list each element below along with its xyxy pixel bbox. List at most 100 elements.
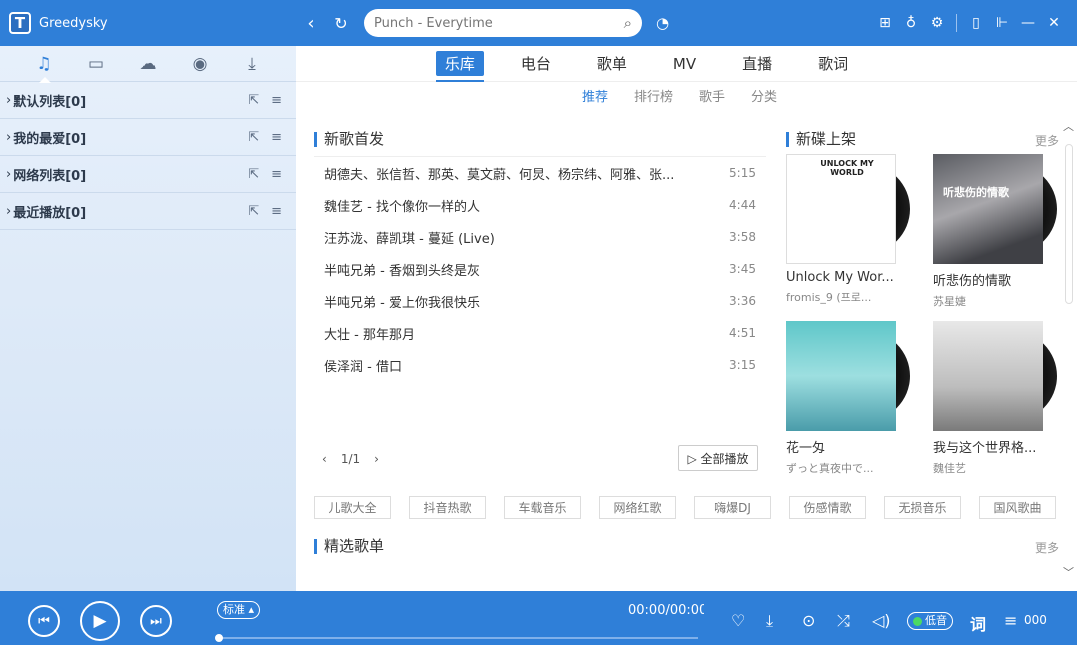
tab-playlists[interactable]: 歌单 — [588, 51, 636, 76]
progress-handle[interactable] — [215, 634, 223, 642]
subtab-categories[interactable]: 分类 — [751, 86, 777, 105]
genre-tag[interactable]: 国风歌曲 — [979, 496, 1056, 519]
mini-mode-icon[interactable]: ▯ — [963, 15, 989, 31]
share-icon[interactable]: ⇱ — [248, 93, 259, 108]
album-title: 我与这个世界格... — [933, 441, 1037, 456]
sidebar-item-recent[interactable]: › 最近播放[0] ⇱ ≡ — [0, 193, 296, 230]
search-box[interactable]: ⌕ — [364, 9, 642, 37]
genre-tag[interactable]: 无损音乐 — [884, 496, 961, 519]
album-cover[interactable] — [786, 321, 896, 431]
list-item[interactable]: 魏佳艺 - 找个像你一样的人 4:44 — [314, 189, 766, 221]
side-mode-icon[interactable]: ⊩ — [989, 15, 1015, 31]
list-item[interactable]: 汪苏泷、薛凯琪 - 蔓延 (Live) 3:58 — [314, 221, 766, 253]
playlist-icon[interactable]: ≡ — [1004, 611, 1017, 630]
volume-icon[interactable]: ◁) — [872, 611, 891, 630]
song-name: 魏佳艺 - 找个像你一样的人 — [324, 199, 480, 215]
close-icon[interactable]: ✕ — [1041, 15, 1067, 31]
sidebar-item-favorites[interactable]: › 我的最爱[0] ⇱ ≡ — [0, 119, 296, 156]
genre-tag[interactable]: 伤感情歌 — [789, 496, 866, 519]
tab-radio[interactable]: 电台 — [512, 51, 560, 76]
refresh-icon[interactable]: ↻ — [326, 14, 356, 33]
album-card[interactable]: 我与这个世界格... 魏佳艺 — [933, 321, 1073, 476]
logo-icon: T — [9, 12, 31, 34]
chevron-right-icon[interactable]: › — [374, 452, 379, 466]
quality-select[interactable]: 标准 ▴ — [217, 601, 261, 619]
previous-icon[interactable]: ⏮ — [28, 605, 60, 637]
divider — [956, 14, 957, 32]
next-icon[interactable]: ⏭ — [140, 605, 172, 637]
more-albums-link[interactable]: 更多 — [1035, 132, 1059, 149]
menu-icon[interactable]: ≡ — [271, 93, 282, 108]
song-duration: 3:15 — [729, 358, 756, 372]
list-item[interactable]: 胡德夫、张信哲、那英、莫文蔚、何炅、杨宗纬、阿雅、张... 5:15 — [314, 157, 766, 189]
radio-icon[interactable]: ◉ — [182, 54, 218, 74]
share-icon[interactable]: ⇱ — [248, 167, 259, 182]
cloud-icon[interactable]: ☁ — [130, 54, 166, 74]
album-cover[interactable] — [933, 321, 1043, 431]
music-note-icon[interactable]: ♫ — [26, 54, 62, 83]
back-icon[interactable]: ‹ — [296, 13, 326, 34]
chevron-down-icon[interactable]: ﹀ — [1063, 564, 1074, 580]
sidebar-item-default-list[interactable]: › 默认列表[0] ⇱ ≡ — [0, 82, 296, 119]
genre-tag[interactable]: 儿歌大全 — [314, 496, 391, 519]
heart-icon[interactable]: ♡ — [731, 611, 745, 630]
download-icon[interactable]: ⤓ — [766, 611, 773, 631]
album-artist: ずっと真夜中で... — [786, 462, 874, 475]
play-icon[interactable]: ▶ — [80, 601, 120, 641]
menu-icon[interactable]: ≡ — [271, 130, 282, 145]
share-icon[interactable]: ⇱ — [248, 130, 259, 145]
genre-tags: 儿歌大全 抖音热歌 车载音乐 网络红歌 嗨爆DJ 伤感情歌 无损音乐 国风歌曲 — [314, 496, 1056, 519]
sidebar-item-label: 我的最爱[0] — [13, 131, 87, 147]
tab-lyrics[interactable]: 歌词 — [809, 51, 857, 76]
queue-count: 000 — [1024, 613, 1047, 627]
low-sound-toggle[interactable]: 低音 — [907, 612, 953, 630]
song-duration: 4:44 — [729, 198, 756, 212]
device-icon[interactable]: ▭ — [78, 54, 114, 74]
list-item[interactable]: 半吨兄弟 - 香烟到头终是灰 3:45 — [314, 253, 766, 285]
progress-bar[interactable] — [215, 634, 698, 642]
album-artist: fromis_9 (프로... — [786, 291, 872, 304]
subtab-charts[interactable]: 排行榜 — [634, 86, 673, 105]
sidebar-item-network-list[interactable]: › 网络列表[0] ⇱ ≡ — [0, 156, 296, 193]
lyrics-button[interactable]: 词 — [970, 611, 986, 635]
album-card[interactable]: 花一匁 ずっと真夜中で... — [786, 321, 926, 476]
genre-tag[interactable]: 车载音乐 — [504, 496, 581, 519]
gear-icon[interactable]: ⚙ — [924, 15, 950, 31]
play-all-button[interactable]: ▷ 全部播放 — [678, 445, 758, 471]
menu-icon[interactable]: ≡ — [271, 204, 282, 219]
chevron-up-icon[interactable]: ︿ — [1063, 118, 1074, 134]
subtab-recommend[interactable]: 推荐 — [582, 86, 608, 105]
more-icon[interactable]: ⊙ — [802, 611, 815, 630]
chevron-left-icon[interactable]: ‹ — [322, 452, 327, 466]
genre-tag[interactable]: 抖音热歌 — [409, 496, 486, 519]
menu-icon[interactable]: ≡ — [271, 167, 282, 182]
album-cover[interactable]: 听悲伤的情歌 — [933, 154, 1043, 264]
grid-icon[interactable]: ⊞ — [872, 15, 898, 31]
genre-tag[interactable]: 网络红歌 — [599, 496, 676, 519]
album-card[interactable]: UNLOCK MY WORLD Unlock My Wor... fromis_… — [786, 154, 926, 305]
skin-icon[interactable]: ♁ — [898, 15, 924, 31]
album-card[interactable]: 听悲伤的情歌 听悲伤的情歌 苏星婕 — [933, 154, 1073, 309]
album-cover[interactable]: UNLOCK MY WORLD — [786, 154, 896, 264]
voice-search-icon[interactable]: ◔ — [656, 14, 669, 32]
genre-tag[interactable]: 嗨爆DJ — [694, 496, 771, 519]
tab-library[interactable]: 乐库 — [435, 51, 484, 82]
more-playlists-link[interactable]: 更多 — [1035, 539, 1059, 556]
download-icon[interactable]: ⤓ — [234, 54, 270, 74]
share-icon[interactable]: ⇱ — [248, 204, 259, 219]
list-item[interactable]: 大壮 - 那年那月 4:51 — [314, 317, 766, 349]
tab-mv[interactable]: MV — [664, 53, 705, 75]
subtab-artists[interactable]: 歌手 — [699, 86, 725, 105]
scroll-thumb[interactable] — [1065, 144, 1073, 304]
list-item[interactable]: 半吨兄弟 - 爱上你我很快乐 3:36 — [314, 285, 766, 317]
list-item[interactable]: 侯泽润 - 借口 3:15 — [314, 349, 766, 381]
search-input[interactable] — [374, 15, 624, 31]
minimize-icon[interactable]: — — [1015, 15, 1041, 31]
search-icon[interactable]: ⌕ — [624, 14, 632, 32]
scrollbar[interactable]: ︿ ﹀ — [1063, 120, 1074, 580]
song-duration: 3:58 — [729, 230, 756, 244]
album-artist: 苏星婕 — [933, 295, 966, 308]
tab-live[interactable]: 直播 — [733, 51, 781, 76]
song-duration: 3:45 — [729, 262, 756, 276]
shuffle-icon[interactable]: ⤮ — [837, 611, 850, 631]
